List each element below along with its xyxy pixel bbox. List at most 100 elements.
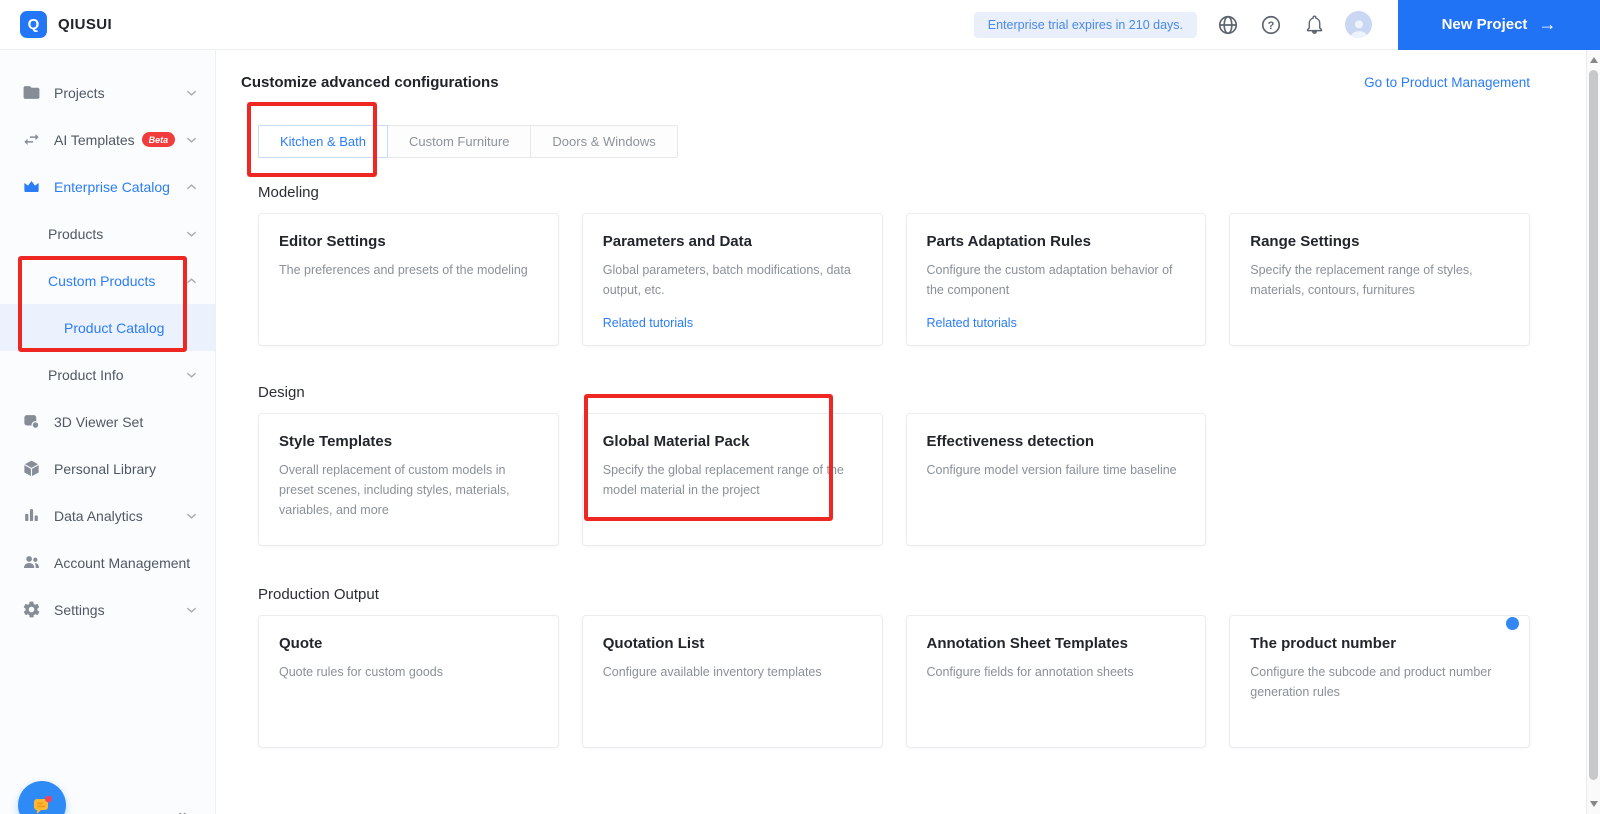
card-style-templates[interactable]: Style Templates Overall replacement of c…: [258, 413, 559, 546]
new-project-button[interactable]: New Project →: [1398, 0, 1600, 50]
folder-icon: [23, 86, 40, 99]
notifications-button[interactable]: [1302, 13, 1326, 37]
card-description: Specify the replacement range of styles,…: [1250, 263, 1473, 297]
scrollbar-thumb[interactable]: [1589, 70, 1598, 780]
tab-kitchen-and-bath[interactable]: Kitchen & Bath: [258, 125, 388, 158]
sidebar-collapse-button[interactable]: «: [176, 806, 187, 814]
sidebar-item-data-analytics[interactable]: Data Analytics: [0, 492, 215, 539]
help-icon: ?: [1261, 15, 1281, 34]
tab-doors-and-windows[interactable]: Doors & Windows: [530, 125, 678, 158]
card-description: Specify the global replacement range of …: [602, 463, 844, 497]
sidebar-item-ai-templates[interactable]: AI Templates Beta: [0, 116, 215, 163]
notification-dot: [1506, 617, 1519, 630]
card-description: Configure the custom adaptation behavior…: [926, 263, 1173, 297]
section-title: Modeling: [258, 184, 319, 201]
sidebar-item-settings[interactable]: Settings: [0, 586, 215, 633]
chevron-down-icon: [186, 513, 197, 519]
section-title: Production Output: [258, 586, 379, 603]
app-logo[interactable]: Q: [20, 11, 47, 38]
sidebar-item-label: Settings: [54, 601, 105, 618]
card-title: Parameters and Data: [602, 233, 752, 250]
sidebar-item-label: Product Catalog: [64, 319, 165, 336]
sidebar-item-label: Projects: [54, 84, 105, 101]
crown-icon: [24, 180, 39, 193]
card-quote[interactable]: Quote Quote rules for custom goods: [258, 615, 559, 748]
chevron-down-icon: [186, 607, 197, 613]
language-globe-button[interactable]: [1216, 13, 1240, 37]
sidebar-item-label: AI Templates: [54, 131, 135, 148]
viewer-set-icon: [24, 415, 40, 430]
card-description: Configure the subcode and product number…: [1250, 665, 1492, 699]
related-tutorials-link[interactable]: Related tutorials: [927, 316, 1017, 330]
category-tabs: Kitchen & Bath Custom Furniture Doors & …: [258, 125, 678, 158]
sidebar-item-product-catalog[interactable]: Product Catalog: [0, 304, 215, 351]
chevron-up-icon: [186, 277, 197, 283]
sidebar-item-label: Account Management: [54, 554, 191, 571]
sidebar-item-label: Enterprise Catalog: [54, 178, 170, 195]
tab-custom-furniture[interactable]: Custom Furniture: [387, 125, 532, 158]
sidebar-item-label: Personal Library: [54, 460, 156, 477]
vertical-scrollbar[interactable]: [1586, 50, 1600, 814]
card-description: Configure model version failure time bas…: [926, 463, 1177, 477]
sidebar: Projects AI Templates Beta Enterprise Ca…: [0, 50, 216, 814]
card-editor-settings[interactable]: Editor Settings The preferences and pres…: [258, 213, 559, 346]
card-range-settings[interactable]: Range Settings Specify the replacement r…: [1229, 213, 1530, 346]
scrollbar-down-arrow[interactable]: [1590, 801, 1598, 807]
card-annotation-sheet-templates[interactable]: Annotation Sheet Templates Configure fie…: [905, 615, 1207, 748]
sidebar-item-product-info[interactable]: Product Info: [0, 351, 215, 398]
cube-icon: [24, 460, 39, 477]
sidebar-item-custom-products[interactable]: Custom Products: [0, 257, 215, 304]
user-avatar[interactable]: [1345, 11, 1372, 38]
gear-icon: [23, 601, 40, 618]
section-modeling: Modeling Editor Settings The preferences…: [258, 184, 1530, 346]
card-global-material-pack[interactable]: Global Material Pack Specify the global …: [581, 413, 883, 546]
bar-chart-icon: [25, 509, 38, 522]
section-design: Design Style Templates Overall replaceme…: [258, 384, 1530, 546]
help-button[interactable]: ?: [1259, 13, 1283, 37]
section-title: Design: [258, 384, 305, 401]
card-description: Quote rules for custom goods: [279, 665, 443, 679]
scrollbar-up-arrow[interactable]: [1590, 57, 1598, 63]
card-description: The preferences and presets of the model…: [279, 263, 528, 277]
card-title: Annotation Sheet Templates: [926, 635, 1128, 652]
new-project-label: New Project: [1441, 16, 1528, 33]
sidebar-item-enterprise-catalog[interactable]: Enterprise Catalog: [0, 163, 215, 210]
trial-badge: Enterprise trial expires in 210 days.: [973, 11, 1197, 38]
beta-badge: Beta: [141, 132, 176, 147]
card-the-product-number[interactable]: The product number Configure the subcode…: [1229, 615, 1530, 748]
card-title: Style Templates: [279, 433, 393, 450]
avatar-person-icon: [1349, 20, 1368, 38]
sidebar-item-label: Products: [48, 225, 104, 242]
card-quotation-list[interactable]: Quotation List Configure available inven…: [581, 615, 883, 748]
card-title: Quote: [279, 635, 323, 652]
card-description: Configure available inventory templates: [602, 665, 822, 679]
sidebar-item-account-management[interactable]: Account Management: [0, 539, 215, 586]
main-content: Customize advanced configurations Go to …: [216, 50, 1600, 814]
card-title: Global Material Pack: [602, 433, 750, 450]
chevron-down-icon: [186, 231, 197, 237]
sidebar-item-personal-library[interactable]: Personal Library: [0, 445, 215, 492]
go-to-product-management-link[interactable]: Go to Product Management: [1364, 75, 1530, 90]
chevron-down-icon: [186, 372, 197, 378]
related-tutorials-link[interactable]: Related tutorials: [603, 316, 693, 330]
card-title: The product number: [1250, 635, 1397, 652]
bell-icon: [1306, 15, 1322, 34]
support-chat-button[interactable]: [18, 781, 66, 814]
ai-templates-icon: [24, 133, 39, 146]
top-header: Q QIUSUI Enterprise trial expires in 210…: [0, 0, 1600, 50]
sidebar-item-products[interactable]: Products: [0, 210, 215, 257]
sidebar-item-3d-viewer-set[interactable]: 3D Viewer Set: [0, 398, 215, 445]
chevron-down-icon: [186, 90, 197, 96]
sidebar-item-projects[interactable]: Projects: [0, 69, 215, 116]
card-parameters-and-data[interactable]: Parameters and Data Global parameters, b…: [581, 213, 883, 346]
card-effectiveness-detection[interactable]: Effectiveness detection Configure model …: [905, 413, 1207, 546]
card-parts-adaptation-rules[interactable]: Parts Adaptation Rules Configure the cus…: [905, 213, 1207, 346]
chevron-down-icon: [186, 137, 197, 143]
card-description: Overall replacement of custom models in …: [279, 463, 510, 517]
arrow-right-icon: →: [1538, 14, 1557, 34]
card-description: Configure fields for annotation sheets: [926, 665, 1134, 679]
card-description: Global parameters, batch modifications, …: [602, 263, 851, 297]
card-title: Editor Settings: [279, 233, 386, 250]
chevron-up-icon: [186, 183, 197, 189]
sidebar-item-label: 3D Viewer Set: [54, 413, 144, 430]
